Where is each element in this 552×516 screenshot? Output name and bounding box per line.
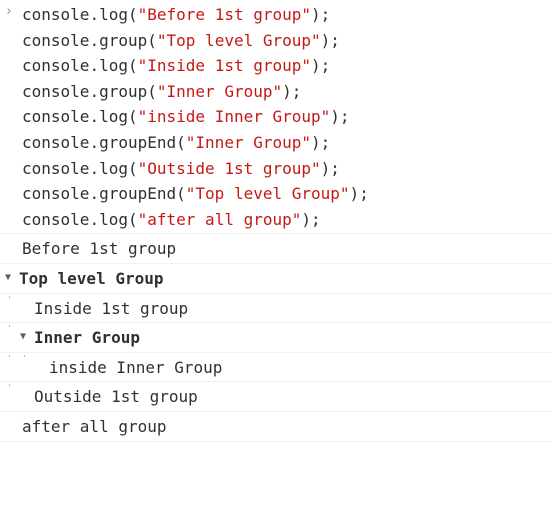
log-text: Inside 1st group (34, 296, 552, 322)
group-header-row[interactable]: ▼ Top level Group (0, 264, 552, 294)
group-header-row[interactable]: ▼ Inner Group (0, 323, 552, 353)
group-title: Inner Group (34, 325, 552, 351)
log-row: after all group (0, 412, 552, 442)
log-text: Outside 1st group (34, 384, 552, 410)
log-row: Outside 1st group (0, 382, 552, 412)
log-row: inside Inner Group (0, 353, 552, 383)
log-row: Inside 1st group (0, 294, 552, 324)
console-input-row[interactable]: › console.log("Before 1st group"); conso… (0, 0, 552, 234)
input-code: console.log("Before 1st group"); console… (22, 2, 552, 232)
log-text: inside Inner Group (49, 355, 552, 381)
input-prompt-icon: › (4, 2, 22, 23)
log-text: after all group (22, 414, 552, 440)
chevron-down-icon[interactable]: ▼ (4, 266, 19, 286)
log-row: Before 1st group (0, 234, 552, 264)
log-text: Before 1st group (22, 236, 552, 262)
group-title: Top level Group (19, 266, 552, 292)
chevron-down-icon[interactable]: ▼ (19, 325, 34, 345)
